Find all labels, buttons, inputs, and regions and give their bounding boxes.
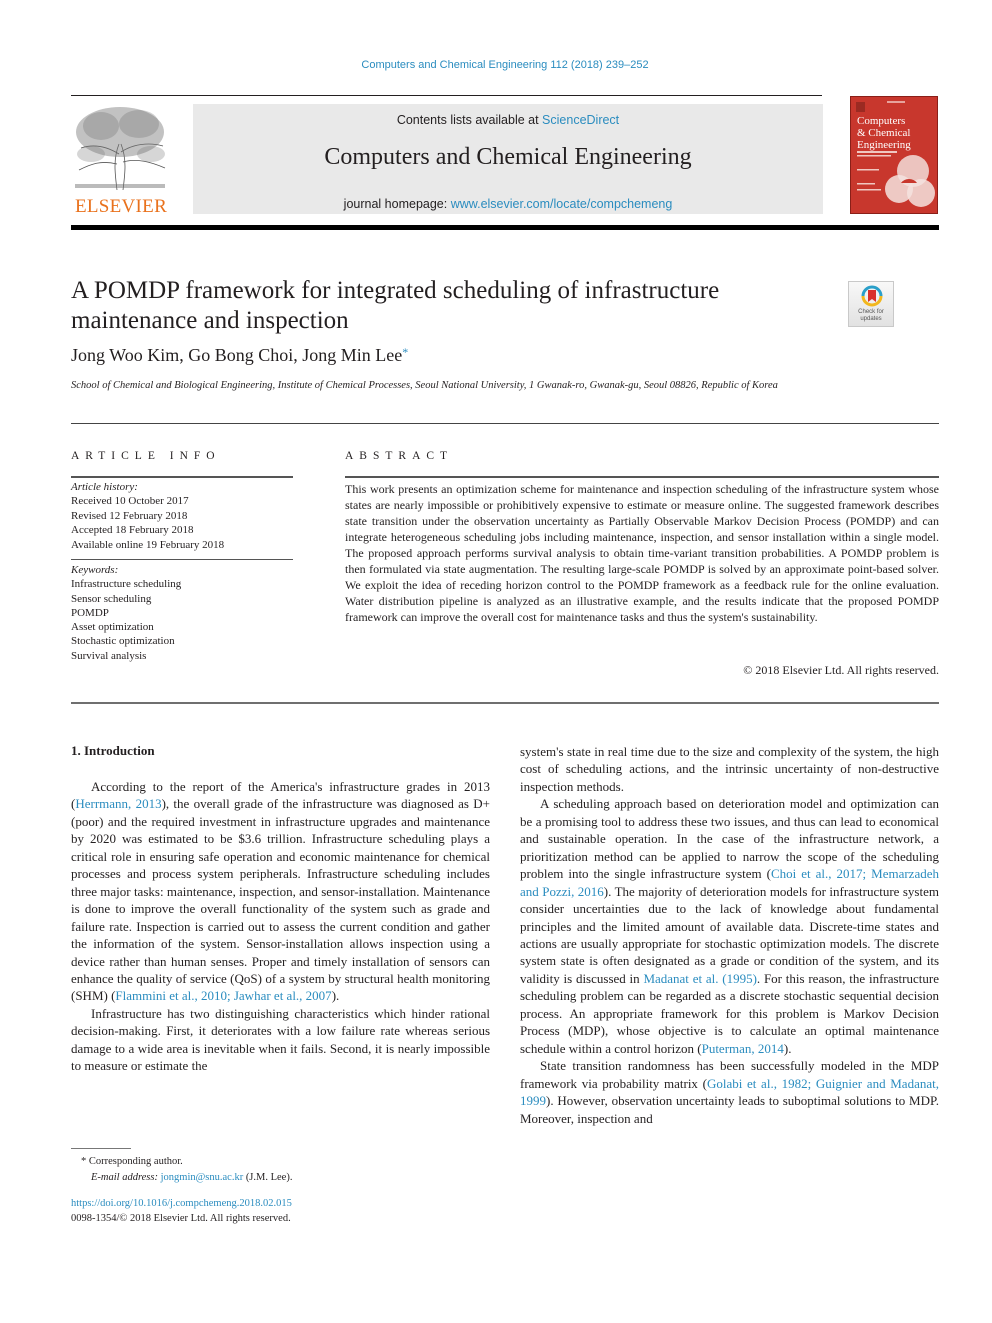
corresponding-author-footnote: * Corresponding author. xyxy=(71,1154,491,1170)
paragraph: Infrastructure has two distinguishing ch… xyxy=(71,1005,490,1074)
keywords: Keywords: Infrastructure scheduling Sens… xyxy=(71,563,301,663)
paragraph: State transition randomness has been suc… xyxy=(520,1057,939,1127)
author-names: Jong Woo Kim, Go Bong Choi, Jong Min Lee xyxy=(71,345,403,365)
divider xyxy=(71,559,293,560)
article-history: Article history: Received 10 October 201… xyxy=(71,480,301,552)
divider xyxy=(345,476,939,478)
footnotes: * Corresponding author. E-mail address: … xyxy=(71,1154,491,1186)
abstract-heading: ABSTRACT xyxy=(345,450,454,462)
keyword-item: Stochastic optimization xyxy=(71,635,175,648)
masthead-thick-rule xyxy=(71,225,939,230)
citation-link[interactable]: Herrmann, 2013 xyxy=(75,796,161,811)
footnote-rule xyxy=(71,1148,131,1149)
journal-name: Computers and Chemical Engineering xyxy=(324,144,692,170)
cover-title: Computers & Chemical Engineering xyxy=(857,115,911,151)
email-suffix: (J.M. Lee). xyxy=(243,1172,293,1183)
text-run: ). xyxy=(331,988,340,1004)
paragraph: system's state in real time due to the s… xyxy=(520,744,939,794)
check-updates-icon xyxy=(861,285,883,307)
check-updates-label-line: Check for xyxy=(858,309,884,315)
history-item: Available online 19 February 2018 xyxy=(71,538,225,551)
article-info-heading: ARTICLE INFO xyxy=(71,450,221,462)
history-item: Accepted 18 February 2018 xyxy=(71,524,194,537)
check-updates-label-line: updates xyxy=(860,316,882,322)
keywords-label: Keywords: xyxy=(71,564,119,576)
keyword-item: Survival analysis xyxy=(71,649,147,662)
history-item: Received 10 October 2017 xyxy=(71,495,189,508)
author-affiliation: School of Chemical and Biological Engine… xyxy=(71,380,778,391)
divider xyxy=(71,702,939,704)
keyword-item: Asset optimization xyxy=(71,621,154,634)
cover-title-line: Engineering xyxy=(857,139,911,151)
elsevier-tree-icon xyxy=(75,107,166,191)
keyword-item: Infrastructure scheduling xyxy=(71,578,182,591)
footnote-text: Corresponding author. xyxy=(88,1156,183,1167)
paragraph: A scheduling approach based on deteriora… xyxy=(520,795,939,1057)
history-item: Revised 12 February 2018 xyxy=(71,509,188,522)
elsevier-wordmark: ELSEVIER xyxy=(74,196,168,217)
keyword-item: Sensor scheduling xyxy=(71,592,152,605)
citation-link[interactable]: Madanat et al. (1995) xyxy=(643,971,756,986)
citation-link[interactable]: Flammini et al., 2010; Jawhar et al., 20… xyxy=(115,988,331,1003)
cover-title-line: Computers xyxy=(857,115,906,127)
corresponding-author-mark[interactable]: * xyxy=(402,345,408,359)
citation-link[interactable]: Puterman, 2014 xyxy=(702,1041,784,1056)
author-list: Jong Woo Kim, Go Bong Choi, Jong Min Lee… xyxy=(71,345,408,366)
divider xyxy=(71,476,293,478)
issn-copyright: 0098-1354/© 2018 Elsevier Ltd. All right… xyxy=(71,1212,291,1224)
contents-line: Contents lists available at ScienceDirec… xyxy=(193,113,823,127)
text-run: ). xyxy=(783,1040,792,1056)
article-title: A POMDP framework for integrated schedul… xyxy=(71,277,720,334)
header-rule xyxy=(71,95,822,96)
check-for-updates-button[interactable]: Check for updates xyxy=(848,281,894,327)
elsevier-logo[interactable]: ELSEVIER xyxy=(71,104,171,217)
contents-prefix: Contents lists available at xyxy=(396,113,543,127)
email-footnote: E-mail address: jongmin@snu.ac.kr (J.M. … xyxy=(71,1170,491,1186)
paragraph: According to the report of the America's… xyxy=(71,778,490,1005)
body-column-left: According to the report of the America's… xyxy=(71,778,490,1075)
section-heading-introduction: 1. Introduction xyxy=(71,743,155,758)
email-label: E-mail address: xyxy=(91,1172,161,1183)
email-link[interactable]: jongmin@snu.ac.kr xyxy=(161,1172,244,1183)
keyword-item: POMDP xyxy=(71,606,109,619)
journal-cover-thumbnail[interactable]: Computers & Chemical Engineering xyxy=(850,96,938,214)
cover-title-line: & Chemical xyxy=(857,127,911,139)
check-updates-label: Check for updates xyxy=(849,309,893,323)
text-run: ). However, observation uncertainty lead… xyxy=(520,1093,939,1126)
abstract-copyright: © 2018 Elsevier Ltd. All rights reserved… xyxy=(743,663,939,677)
footnote-mark: * xyxy=(81,1156,87,1167)
article-history-label: Article history: xyxy=(71,481,138,493)
divider xyxy=(71,423,939,424)
journal-citation-link[interactable]: Computers and Chemical Engineering 112 (… xyxy=(0,59,992,71)
doi-link[interactable]: https://doi.org/10.1016/j.compchemeng.20… xyxy=(71,1197,491,1212)
text-run: ), the overall grade of the infrastructu… xyxy=(71,796,490,1004)
homepage-prefix: journal homepage: xyxy=(343,197,451,211)
sciencedirect-link[interactable]: ScienceDirect xyxy=(542,113,619,127)
doi-block: https://doi.org/10.1016/j.compchemeng.20… xyxy=(71,1197,491,1226)
journal-homepage-link[interactable]: www.elsevier.com/locate/compchemeng xyxy=(451,197,673,211)
abstract-text: This work presents an optimization schem… xyxy=(345,482,939,624)
journal-masthead: Contents lists available at ScienceDirec… xyxy=(193,104,823,214)
body-column-right: system's state in real time due to the s… xyxy=(520,743,939,1127)
homepage-line: journal homepage: www.elsevier.com/locat… xyxy=(193,197,823,211)
